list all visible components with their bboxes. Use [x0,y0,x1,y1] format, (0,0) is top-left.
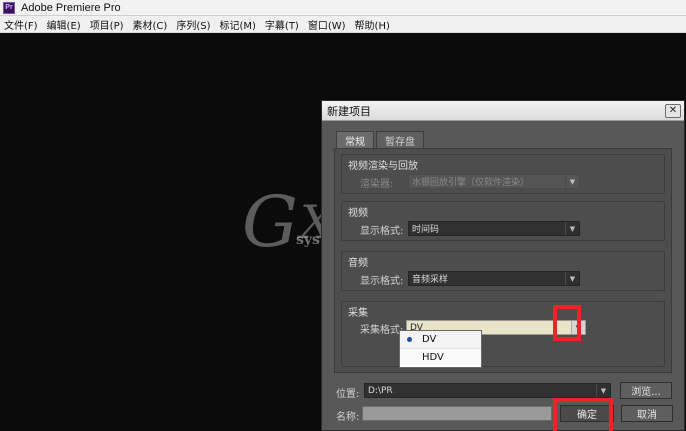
dialog-title: 新建项目 [327,104,371,118]
dialog-titlebar: 新建项目 ✕ [322,101,684,121]
dropdown-option-dv[interactable]: DV [400,331,481,348]
menu-clip[interactable]: 素材(C) [133,17,168,32]
premiere-app-icon: Pr [3,1,15,14]
group-audio: 音频 显示格式: 音频采样 ▼ [341,251,665,291]
group-title: 视频渲染与回放 [348,161,418,172]
menu-bar: 文件(F) 编辑(E) 项目(P) 素材(C) 序列(S) 标记(M) 字幕(T… [0,16,686,33]
group-title: 音频 [348,258,368,269]
video-format-select[interactable]: 时间码 ▼ [408,221,580,236]
location-label: 位置: [336,389,360,400]
menu-edit[interactable]: 编辑(E) [47,17,81,32]
highlight-box-ok [553,398,613,431]
group-video-render: 视频渲染与回放 渲染器: 水银回放引擎（仅软件渲染） ▼ [341,154,665,194]
location-value: D:\PR [368,385,393,396]
chevron-down-icon: ▼ [565,272,579,285]
chevron-down-icon: ▼ [596,384,610,397]
dropdown-option-hdv[interactable]: HDV [400,348,481,365]
audio-format-value: 音频采样 [412,275,449,285]
menu-marker[interactable]: 标记(M) [219,17,255,32]
video-format-label: 显示格式: [360,226,404,237]
new-project-dialog: 新建项目 ✕ 常规 暂存盘 视频渲染与回放 渲染器: 水银回放引擎（仅软件渲染）… [321,100,685,431]
tab-general[interactable]: 常规 [336,131,374,148]
app-title: Adobe Premiere Pro [21,1,121,14]
capture-format-label: 采集格式: [360,325,404,336]
audio-format-select[interactable]: 音频采样 ▼ [408,271,580,286]
browse-button[interactable]: 浏览... [620,382,672,399]
tab-scratch-disks[interactable]: 暂存盘 [376,131,424,148]
group-capture: 采集 采集格式: DV ▼ [341,301,665,367]
group-title: 采集 [348,308,368,319]
menu-file[interactable]: 文件(F) [4,17,38,32]
menu-help[interactable]: 帮助(H) [355,17,390,32]
menu-sequence[interactable]: 序列(S) [176,17,210,32]
general-panel: 视频渲染与回放 渲染器: 水银回放引擎（仅软件渲染） ▼ 视频 显示格式: 时间… [334,148,672,373]
name-label: 名称: [336,412,360,423]
renderer-label: 渲染器: [360,179,394,190]
menu-project[interactable]: 项目(P) [90,17,124,32]
highlight-box-dropdown [553,305,581,341]
location-select[interactable]: D:\PR ▼ [364,383,611,398]
renderer-value: 水银回放引擎（仅软件渲染） [412,178,530,188]
capture-format-dropdown: DV HDV [399,330,482,368]
chevron-down-icon: ▼ [565,175,579,188]
app-titlebar: Pr Adobe Premiere Pro [0,0,686,16]
dialog-tabs: 常规 暂存盘 [336,131,424,148]
menu-window[interactable]: 窗口(W) [308,17,346,32]
close-button[interactable]: ✕ [665,104,681,118]
renderer-select[interactable]: 水银回放引擎（仅软件渲染） ▼ [408,174,580,189]
chevron-down-icon: ▼ [565,222,579,235]
group-video: 视频 显示格式: 时间码 ▼ [341,201,665,241]
selected-bullet-icon [407,337,412,342]
cancel-button[interactable]: 取消 [621,405,673,422]
name-input[interactable] [362,406,552,421]
group-title: 视频 [348,208,368,219]
menu-title[interactable]: 字幕(T) [265,17,299,32]
video-format-value: 时间码 [412,225,440,235]
audio-format-label: 显示格式: [360,276,404,287]
